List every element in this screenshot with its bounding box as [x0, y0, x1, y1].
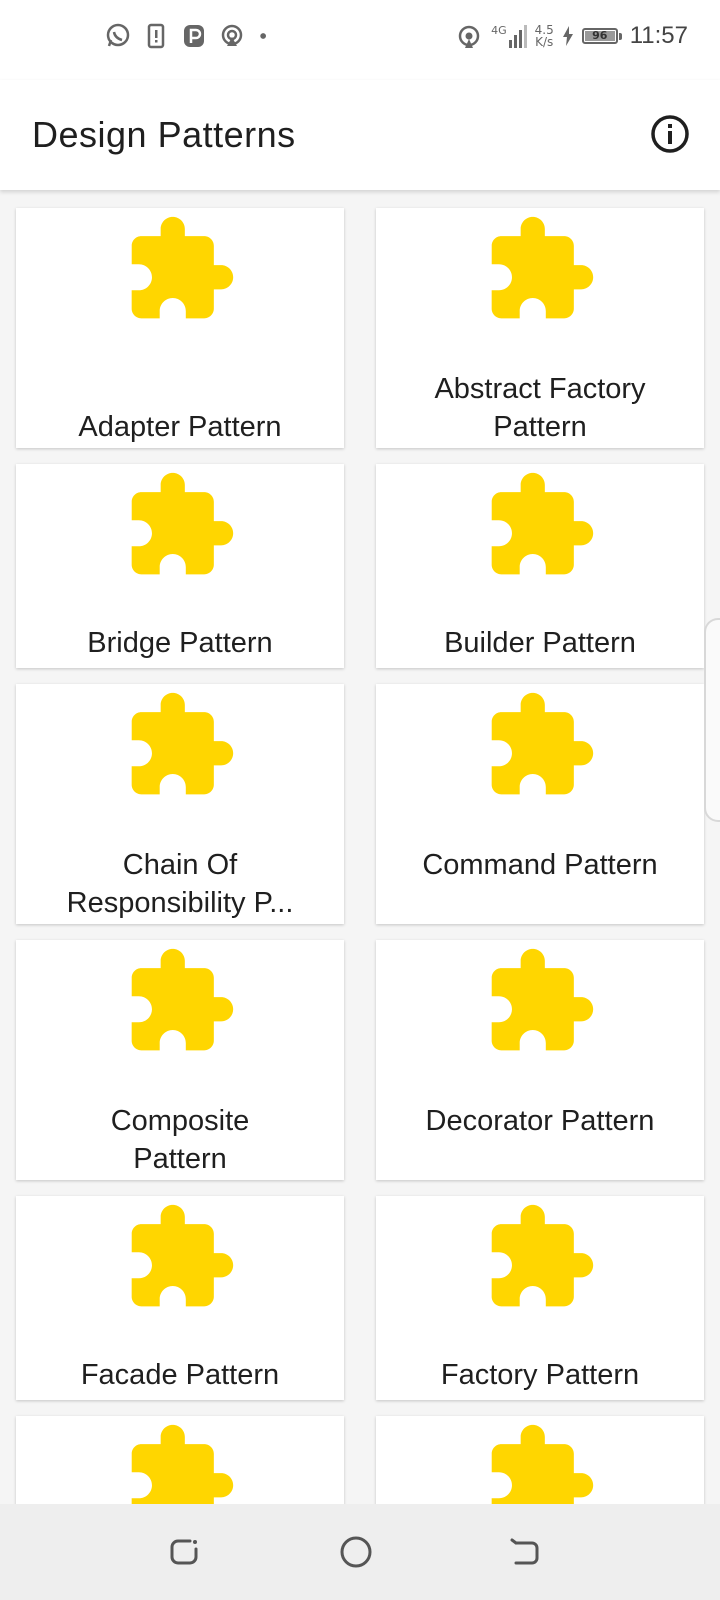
back-icon [510, 1538, 539, 1565]
notification-icons [104, 22, 276, 50]
pattern-card-label: Command Pattern [422, 849, 658, 881]
app-bar: Design Patterns [0, 80, 720, 190]
battery-indicator: 96 [581, 28, 622, 44]
pattern-grid-scroll[interactable]: Adapter Pattern Abstract Factory Pattern… [0, 192, 720, 1504]
pattern-card-label: Abstract Factory Pattern [434, 373, 646, 443]
puzzle-icon [491, 692, 594, 795]
pattern-card-label: Bridge Pattern [87, 627, 273, 659]
pattern-card[interactable]: Bridge Pattern [16, 464, 344, 668]
puzzle-icon [131, 948, 234, 1051]
p-app-icon [184, 25, 204, 47]
puzzle-icon [131, 216, 234, 319]
signal-bars-icon [508, 25, 527, 48]
recent-apps-icon [170, 1539, 198, 1565]
hotspot-icon [221, 24, 243, 46]
network-speed: 4.5 K/s [535, 24, 554, 48]
puzzle-icon [131, 472, 234, 575]
puzzle-icon [491, 948, 594, 1051]
info-icon [651, 115, 689, 153]
puzzle-icon [491, 216, 594, 319]
home-icon [340, 1536, 372, 1568]
edge-panel-handle[interactable] [704, 618, 720, 822]
whatsapp-icon [106, 23, 130, 47]
pattern-card-label: Builder Pattern [444, 627, 636, 659]
network-type-label: 4G [491, 24, 507, 37]
hotspot-signal-icon [458, 25, 480, 48]
battery-tip [618, 33, 622, 40]
pattern-card-label: Adapter Pattern [78, 411, 282, 443]
dot-icon [260, 33, 266, 39]
pattern-card[interactable]: Adapter Pattern [16, 208, 344, 448]
back-button[interactable] [504, 1532, 544, 1572]
pattern-card[interactable]: Decorator Pattern [376, 940, 704, 1180]
pattern-card[interactable]: Builder Pattern [376, 464, 704, 668]
pattern-card-label: Decorator Pattern [425, 1105, 655, 1137]
battery-level: 96 [592, 29, 608, 42]
pattern-card-label: Facade Pattern [80, 1359, 280, 1391]
system-nav-bar [0, 1504, 720, 1600]
pattern-card[interactable]: Facade Pattern [16, 1196, 344, 1400]
status-bar: 4G 4.5 K/s 96 11:57 [0, 0, 720, 80]
puzzle-icon [131, 1204, 234, 1307]
pattern-card-label: Chain Of Responsibility P... [66, 849, 294, 919]
pattern-card-label: Factory Pattern [440, 1359, 640, 1391]
charging-icon [562, 26, 573, 46]
sim-notification-icon [147, 23, 165, 49]
puzzle-icon [491, 1204, 594, 1307]
clock: 11:57 [629, 22, 688, 49]
home-button[interactable] [336, 1532, 376, 1572]
system-indicators: 4G 4.5 K/s 96 11:57 [455, 22, 688, 50]
puzzle-icon [491, 472, 594, 575]
pattern-card-label: Composite Pattern [110, 1105, 250, 1175]
pattern-card[interactable]: Chain Of Responsibility P... [16, 684, 344, 924]
page-title: Design Patterns [32, 114, 296, 155]
network-speed-unit: K/s [535, 35, 554, 49]
pattern-card[interactable]: Abstract Factory Pattern [376, 208, 704, 448]
pattern-grid: Adapter Pattern Abstract Factory Pattern… [0, 192, 720, 1504]
puzzle-icon [131, 692, 234, 795]
info-button[interactable] [648, 112, 692, 156]
pattern-card[interactable] [376, 1416, 704, 1504]
cellular-signal: 4G [491, 24, 527, 48]
pattern-card[interactable]: Command Pattern [376, 684, 704, 924]
pattern-card[interactable]: Factory Pattern [376, 1196, 704, 1400]
puzzle-icon [131, 1424, 234, 1504]
recent-apps-button[interactable] [164, 1532, 204, 1572]
puzzle-icon [491, 1424, 594, 1504]
pattern-card[interactable]: Composite Pattern [16, 940, 344, 1180]
pattern-card[interactable] [16, 1416, 344, 1504]
